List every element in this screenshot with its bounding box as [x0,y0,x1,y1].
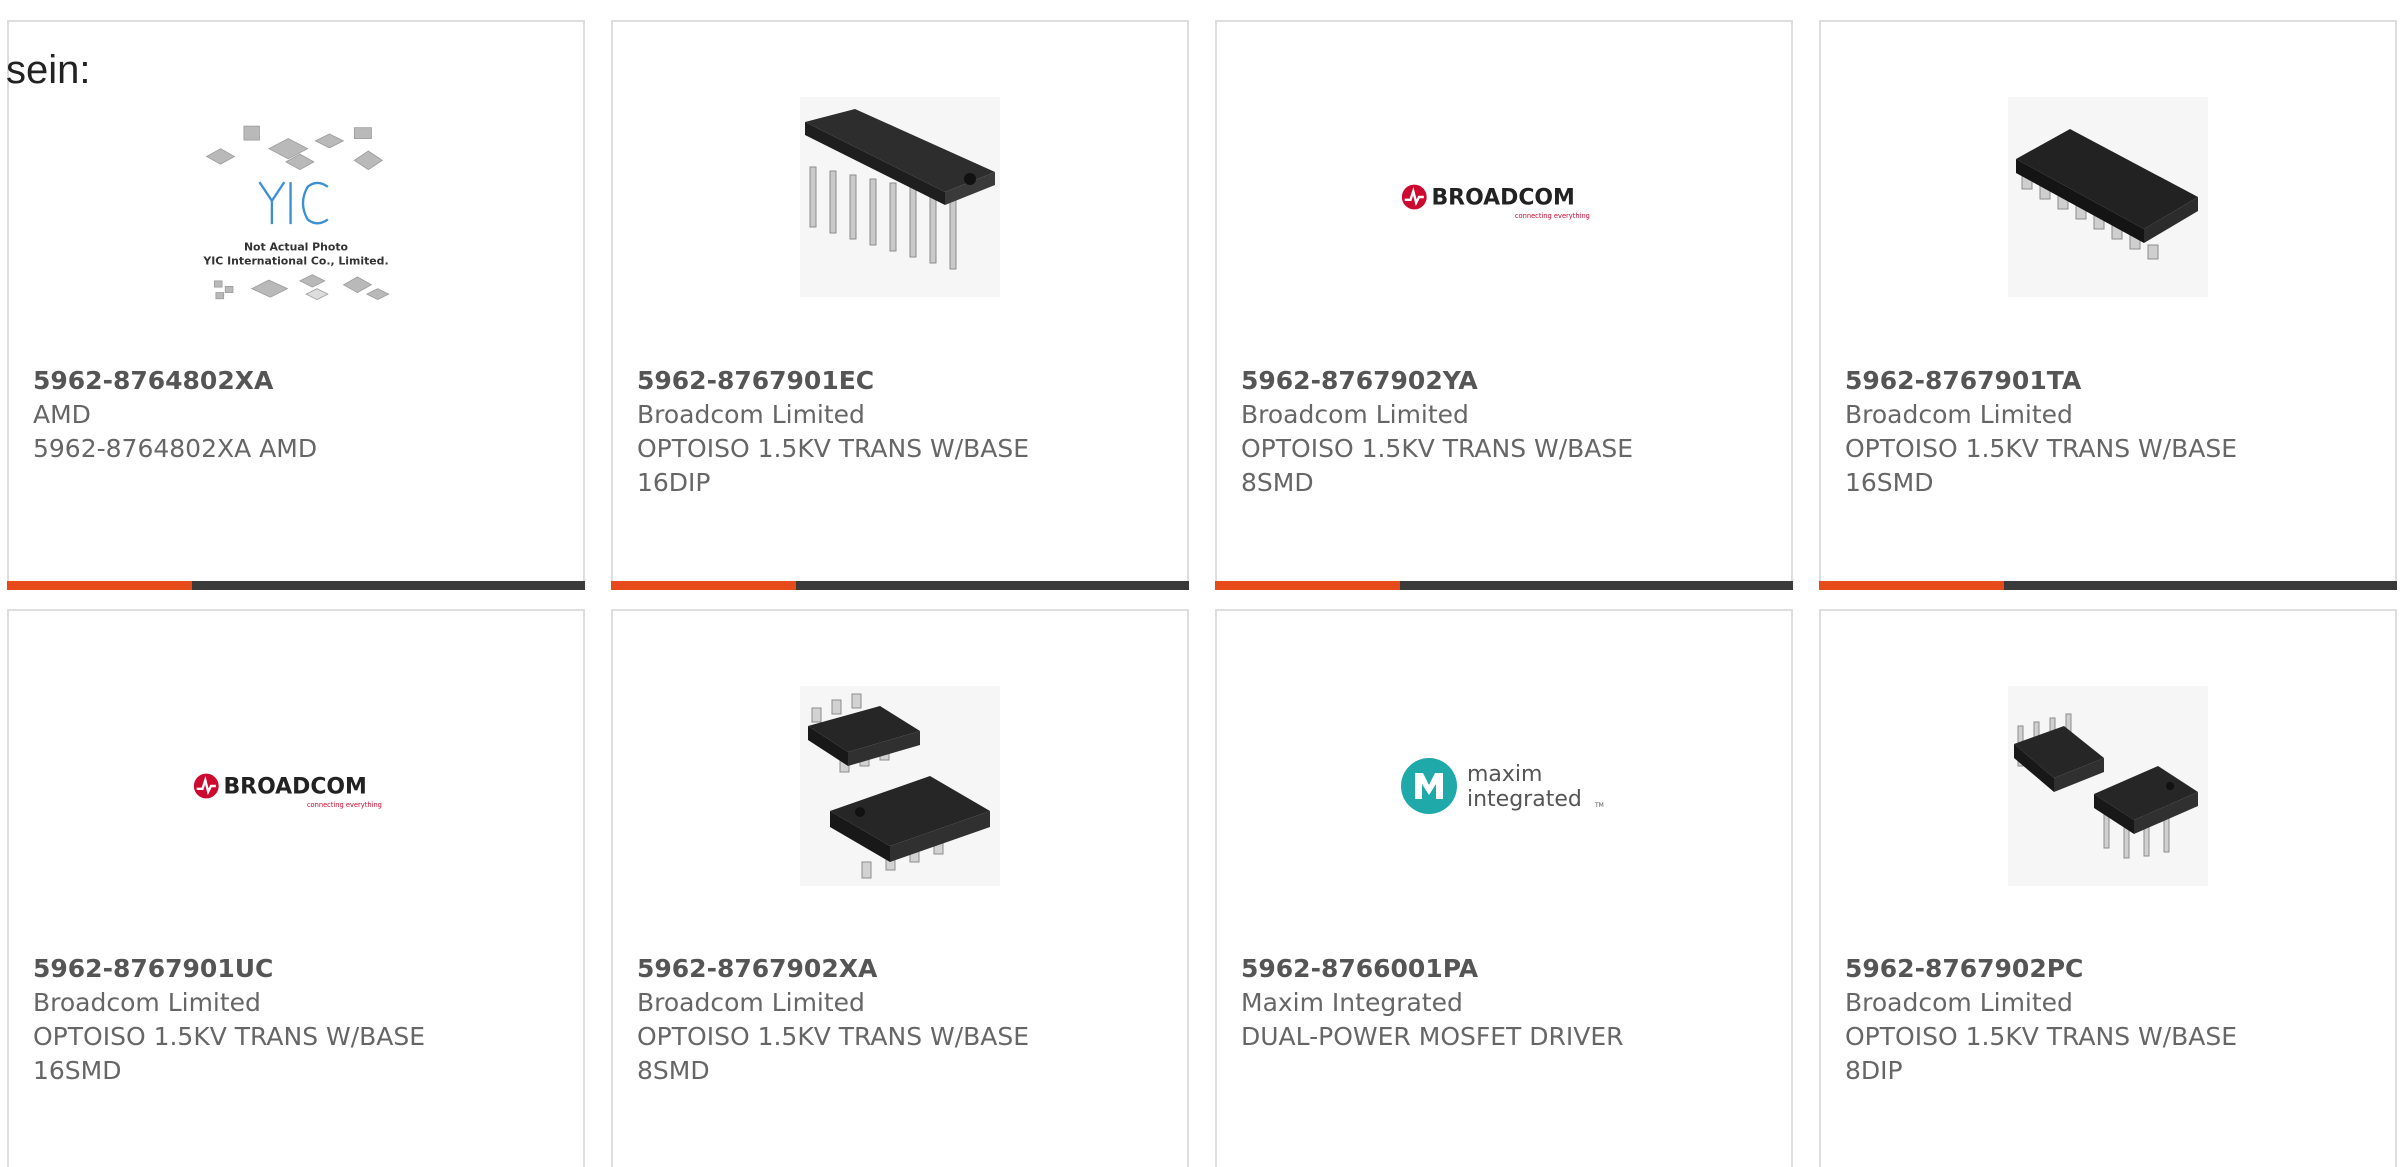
card-accent-bar [1819,581,2397,590]
product-description: OPTOISO 1.5KV TRANS W/BASE 8SMD [637,1022,1030,1085]
manufacturer: Broadcom Limited [1845,988,2073,1017]
card-accent-segment [7,581,192,590]
manufacturer: Broadcom Limited [1845,400,2073,429]
placeholder-caption-1: Not Actual Photo [244,241,348,254]
product-grid-page: sein: Not Actual Photo YIC International… [0,0,2400,1167]
product-card[interactable]: BROADCOM connecting everything 5962-8767… [1215,20,1793,590]
product-card[interactable]: Not Actual Photo YIC International Co., … [7,20,585,590]
product-description: OPTOISO 1.5KV TRANS W/BASE 16DIP [637,434,1030,497]
product-card[interactable]: 5962-8767902PC Broadcom Limited OPTOISO … [1819,609,2397,1167]
broadcom-logo-tagline: connecting everything [307,801,382,809]
maxim-logo-text-secondary: integrated [1467,787,1582,812]
card-accent-bar [7,581,585,590]
manufacturer: Broadcom Limited [1241,400,1469,429]
product-description: OPTOISO 1.5KV TRANS W/BASE 16SMD [33,1022,426,1085]
product-image-placeholder[interactable]: Not Actual Photo YIC International Co., … [191,92,401,302]
manufacturer: Maxim Integrated [1241,988,1463,1017]
card-accent-bar [611,581,1189,590]
part-number[interactable]: 5962-8767901UC [33,952,563,986]
card-accent-segment [611,581,796,590]
product-card[interactable]: maxim integrated TM 5962-8766001PA Maxim… [1215,609,1793,1167]
part-number[interactable]: 5962-8767902YA [1241,364,1771,398]
product-description: DUAL-POWER MOSFET DRIVER [1241,1022,1624,1051]
product-description: OPTOISO 1.5KV TRANS W/BASE 8SMD [1241,434,1634,497]
maxim-logo-image[interactable]: maxim integrated TM [1399,681,1609,891]
svg-text:TM: TM [1594,802,1604,809]
maxim-logo-text: maxim [1467,762,1542,787]
chip-dip16-image[interactable] [795,92,1005,302]
chip-dip8-image[interactable] [2003,681,2213,891]
product-description: OPTOISO 1.5KV TRANS W/BASE 8DIP [1845,1022,2238,1085]
part-number[interactable]: 5962-8767901TA [1845,364,2375,398]
broadcom-logo-image[interactable]: BROADCOM connecting everything [1399,92,1609,302]
broadcom-logo-text: BROADCOM [223,775,366,800]
product-description: 5962-8764802XA AMD [33,434,318,463]
chip-smd8-image[interactable] [795,681,1005,891]
part-number[interactable]: 5962-8767901EC [637,364,1167,398]
manufacturer: Broadcom Limited [637,400,865,429]
product-card[interactable]: 5962-8767901TA Broadcom Limited OPTOISO … [1819,20,2397,590]
part-number[interactable]: 5962-8767902XA [637,952,1167,986]
card-accent-segment [1819,581,2004,590]
product-card[interactable]: BROADCOM connecting everything 5962-8767… [7,609,585,1167]
part-number[interactable]: 5962-8764802XA [33,364,563,398]
card-accent-segment [1215,581,1400,590]
product-description: OPTOISO 1.5KV TRANS W/BASE 16SMD [1845,434,2238,497]
product-card[interactable]: 5962-8767902XA Broadcom Limited OPTOISO … [611,609,1189,1167]
product-card[interactable]: 5962-8767901EC Broadcom Limited OPTOISO … [611,20,1189,590]
manufacturer: AMD [33,400,91,429]
placeholder-caption-2: YIC International Co., Limited. [202,255,388,268]
part-number[interactable]: 5962-8766001PA [1241,952,1771,986]
card-accent-bar [1215,581,1793,590]
broadcom-logo-tagline: connecting everything [1515,212,1590,220]
part-number[interactable]: 5962-8767902PC [1845,952,2375,986]
broadcom-logo-text: BROADCOM [1431,186,1574,211]
broadcom-logo-image[interactable]: BROADCOM connecting everything [191,681,401,891]
manufacturer: Broadcom Limited [33,988,261,1017]
manufacturer: Broadcom Limited [637,988,865,1017]
partial-heading: sein: [6,48,91,92]
chip-smd16-image[interactable] [2003,92,2213,302]
